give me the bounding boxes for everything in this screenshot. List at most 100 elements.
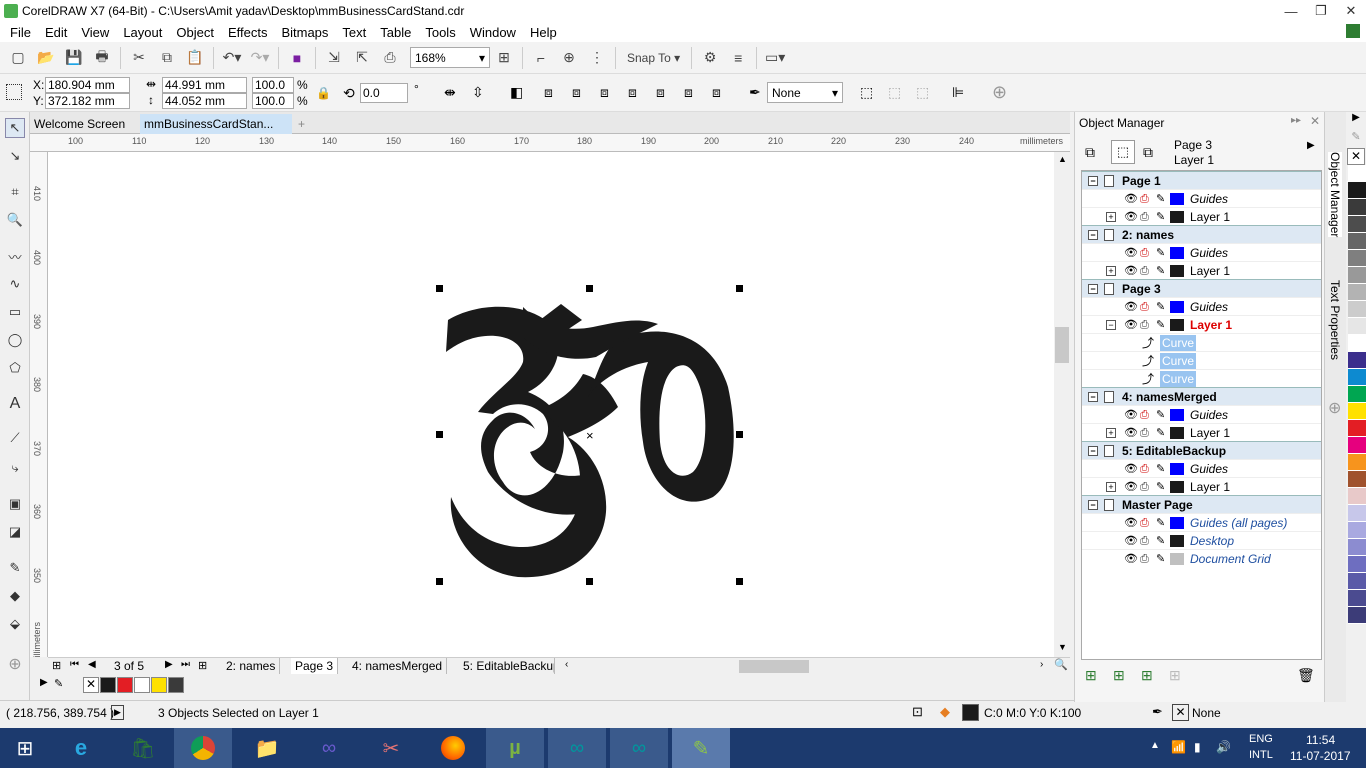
palette-swatch[interactable] bbox=[1348, 522, 1366, 539]
tree-page-row[interactable]: − 4: namesMerged bbox=[1082, 387, 1321, 405]
palette-swatch[interactable] bbox=[1348, 471, 1366, 488]
scroll-up-icon[interactable]: ▲ bbox=[1058, 154, 1067, 164]
tree-layer-row[interactable]: + 👁 ⎙ ✎ Layer 1 bbox=[1082, 477, 1321, 495]
eyedropper-icon[interactable]: ✎ bbox=[5, 558, 25, 578]
palette-swatch[interactable] bbox=[1348, 267, 1366, 284]
taskbar-ie-icon[interactable]: e bbox=[52, 728, 110, 768]
rotation-field[interactable]: 0.0 bbox=[360, 83, 408, 103]
align-distribute-icon[interactable]: ⊫ bbox=[952, 84, 964, 101]
status-arrow-icon[interactable]: ▶ bbox=[111, 705, 124, 720]
visibility-eye-icon[interactable]: 👁 bbox=[1124, 262, 1138, 280]
next-page-icon[interactable]: ▶ bbox=[165, 659, 173, 670]
tree-layer-row[interactable]: 👁 ⎙ ✎ Guides bbox=[1082, 243, 1321, 261]
edit-across-layers-icon[interactable]: ⬚ bbox=[1111, 140, 1135, 164]
taskbar-connect-icon[interactable]: ∞ bbox=[300, 728, 358, 768]
add-icon[interactable]: ⊕ bbox=[992, 82, 1007, 103]
edit-lock-icon[interactable]: ✎ bbox=[1156, 406, 1165, 424]
fill-bucket-icon[interactable]: ◆ bbox=[940, 704, 950, 720]
tab-welcome-screen[interactable]: Welcome Screen bbox=[30, 114, 140, 134]
hscroll-thumb[interactable] bbox=[739, 660, 809, 673]
app-launcher-icon[interactable]: ≡ bbox=[727, 47, 749, 69]
add-page-before-icon[interactable]: ⊞ bbox=[52, 659, 61, 672]
copy-icon[interactable]: ⧉ bbox=[156, 47, 178, 69]
layer-properties-icon[interactable]: ⧉ bbox=[1085, 144, 1095, 161]
scroll-thumb[interactable] bbox=[1055, 327, 1069, 363]
maximize-button[interactable]: ❐ bbox=[1306, 0, 1336, 22]
eyedropper-icon[interactable]: ✎ bbox=[54, 677, 63, 690]
expand-icon[interactable]: + bbox=[1106, 212, 1116, 222]
object-tree[interactable]: − Page 1 👁 ⎙ ✎ Guides + 👁 ⎙ ✎ Layer 1−2: names 👁 ⎙ ✎ G… bbox=[1081, 170, 1322, 660]
new-tab-icon[interactable]: + bbox=[294, 114, 309, 134]
edit-lock-icon[interactable]: ✎ bbox=[1156, 514, 1165, 532]
tab-text-properties[interactable]: Text Properties bbox=[1328, 280, 1342, 360]
guidelines-icon[interactable]: ⋮ bbox=[586, 47, 608, 69]
color-swatch[interactable] bbox=[134, 677, 150, 693]
print-toggle-icon[interactable]: ⎙ bbox=[1140, 262, 1149, 280]
palette-swatch[interactable] bbox=[1348, 199, 1366, 216]
edit-lock-icon[interactable]: ✎ bbox=[1156, 298, 1165, 316]
tree-object-row[interactable]: ⤴ Curve bbox=[1082, 369, 1321, 387]
transparency-icon[interactable]: ◪ bbox=[5, 522, 25, 542]
tree-object-row[interactable]: ⤴ Curve bbox=[1082, 351, 1321, 369]
intersect-icon[interactable]: ⧈ bbox=[628, 84, 637, 101]
scale-y-field[interactable]: 100.0 bbox=[252, 93, 294, 109]
artistic-media-icon[interactable]: ∿ bbox=[5, 274, 25, 294]
edit-lock-icon[interactable]: ✎ bbox=[1156, 208, 1165, 226]
import-icon[interactable]: ⇲ bbox=[323, 47, 345, 69]
delete-icon[interactable]: 🗑 bbox=[1297, 667, 1315, 684]
visibility-eye-icon[interactable]: 👁 bbox=[1124, 298, 1138, 316]
group-icon[interactable]: ◧ bbox=[510, 84, 523, 101]
edit-lock-icon[interactable]: ✎ bbox=[1156, 316, 1165, 334]
page-tab-4[interactable]: 4: namesMerged bbox=[348, 658, 448, 674]
palette-swatch[interactable] bbox=[1348, 556, 1366, 573]
palette-swatch[interactable] bbox=[1348, 454, 1366, 471]
visibility-eye-icon[interactable]: 👁 bbox=[1124, 190, 1138, 208]
back-minus-front-icon[interactable]: ⧈ bbox=[712, 84, 721, 101]
palette-swatch[interactable] bbox=[1348, 590, 1366, 607]
palette-swatch[interactable] bbox=[1348, 352, 1366, 369]
front-minus-back-icon[interactable]: ⧈ bbox=[684, 84, 693, 101]
scroll-left-icon[interactable]: ‹ bbox=[565, 659, 568, 670]
zoom-navigator-icon[interactable]: 🔍 bbox=[1054, 658, 1068, 671]
collapse-icon[interactable]: − bbox=[1088, 284, 1098, 294]
taskbar-arduino-icon[interactable]: ∞ bbox=[548, 728, 606, 768]
print-toggle-icon[interactable]: ⎙ bbox=[1140, 478, 1149, 496]
palette-swatch[interactable] bbox=[1348, 607, 1366, 624]
snap-to-menu[interactable]: Snap To ▾ bbox=[623, 47, 684, 69]
export-icon[interactable]: ⇱ bbox=[351, 47, 373, 69]
redo-icon[interactable]: ↷▾ bbox=[249, 47, 271, 69]
tray-network-icon[interactable]: 📶 bbox=[1171, 740, 1186, 754]
no-color-swatch[interactable]: ✕ bbox=[83, 677, 99, 693]
create-boundary-icon[interactable]: ⬚ bbox=[860, 84, 873, 101]
palette-swatch[interactable] bbox=[1348, 369, 1366, 386]
visibility-eye-icon[interactable]: 👁 bbox=[1124, 532, 1138, 550]
print-toggle-icon[interactable]: ⎙ bbox=[1140, 460, 1149, 478]
close-button[interactable]: ✕ bbox=[1336, 0, 1366, 22]
color-swatch[interactable] bbox=[100, 677, 116, 693]
print-toggle-icon[interactable]: ⎙ bbox=[1140, 514, 1149, 532]
simplify-icon[interactable]: ⧈ bbox=[656, 84, 665, 101]
visibility-eye-icon[interactable]: 👁 bbox=[1124, 208, 1138, 226]
zoom-combo[interactable]: 168% ▾ bbox=[410, 47, 490, 68]
print-toggle-icon[interactable]: ⎙ bbox=[1140, 208, 1149, 226]
menu-edit[interactable]: Edit bbox=[45, 25, 67, 40]
menu-window[interactable]: Window bbox=[470, 25, 516, 40]
menu-help[interactable]: Help bbox=[530, 25, 557, 40]
shape-tool-icon[interactable]: ↘ bbox=[5, 146, 25, 166]
tree-layer-row[interactable]: 👁 ⎙ ✎ Guides bbox=[1082, 459, 1321, 477]
smart-fill-icon[interactable]: ⬙ bbox=[5, 614, 25, 634]
undo-icon[interactable]: ↶▾ bbox=[221, 47, 243, 69]
color-proof-icon[interactable]: ⊡ bbox=[912, 704, 923, 720]
crop-tool-icon[interactable]: ⌗ bbox=[5, 182, 25, 202]
tray-chevron-icon[interactable]: ▲ bbox=[1150, 740, 1160, 751]
tab-object-manager[interactable]: Object Manager bbox=[1328, 152, 1342, 238]
palette-scroll-up-icon[interactable]: ▶ bbox=[1346, 112, 1366, 130]
palette-swatch[interactable] bbox=[1348, 386, 1366, 403]
outline-width-combo[interactable]: None ▾ bbox=[767, 82, 843, 103]
add-docker-icon[interactable]: ⊕ bbox=[1328, 398, 1341, 418]
taskbar-arduino-icon-2[interactable]: ∞ bbox=[610, 728, 668, 768]
color-swatch[interactable] bbox=[151, 677, 167, 693]
launch-icon[interactable]: ▭▾ bbox=[764, 47, 786, 69]
taskbar-chrome-icon[interactable] bbox=[174, 728, 232, 768]
collapse-icon[interactable]: − bbox=[1088, 230, 1098, 240]
